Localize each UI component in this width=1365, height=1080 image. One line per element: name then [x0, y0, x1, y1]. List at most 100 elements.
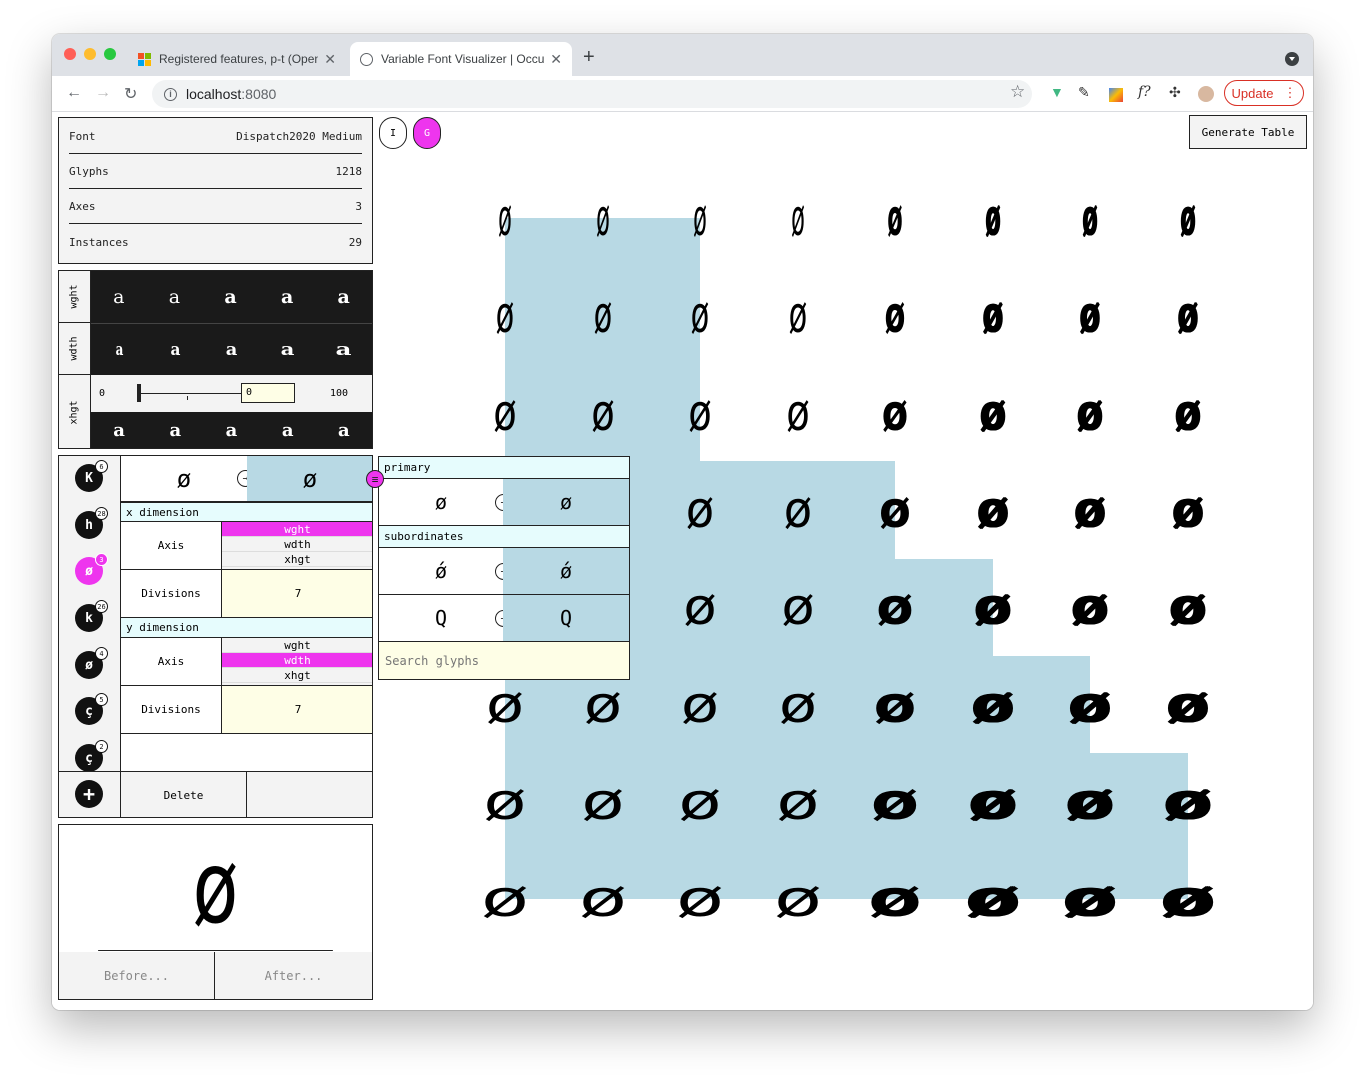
color-picker-icon[interactable]: [1109, 88, 1123, 102]
grid-glyph[interactable]: ø: [767, 381, 829, 445]
glyph-list-item[interactable]: ø4: [75, 647, 108, 679]
after-input[interactable]: After...: [215, 952, 372, 999]
x-divisions-input[interactable]: 7: [222, 570, 372, 618]
forward-icon[interactable]: →: [95, 84, 111, 102]
sample-glyph[interactable]: a: [226, 420, 238, 441]
profile-avatar[interactable]: [1198, 86, 1214, 102]
grid-glyph[interactable]: ø: [858, 478, 932, 542]
close-tab-icon[interactable]: ✕: [324, 51, 336, 68]
xhgt-samples[interactable]: a a a a a: [91, 412, 372, 448]
glyph-list-item[interactable]: ç2: [75, 740, 108, 772]
y-axis-option[interactable]: wdth: [222, 653, 372, 668]
from-glyph[interactable]: ø: [121, 456, 247, 502]
grid-glyph[interactable]: ø: [968, 283, 1017, 347]
close-tab-icon[interactable]: ✕: [550, 51, 562, 68]
address-bar[interactable]: i localhost:8080: [152, 80, 1032, 108]
wdth-samples[interactable]: a a a a a: [91, 323, 372, 375]
y-axis-select[interactable]: wght wdth xhgt: [222, 638, 372, 686]
add-glyph-button[interactable]: +: [75, 780, 103, 808]
sample-glyph[interactable]: a: [169, 420, 181, 441]
grid-glyph[interactable]: ø: [754, 575, 841, 639]
primary-from-glyph[interactable]: ø: [379, 479, 503, 526]
grid-glyph[interactable]: ø: [682, 186, 718, 250]
sample-glyph[interactable]: a: [224, 286, 236, 308]
tab-variable-font-visualizer[interactable]: Variable Font Visualizer | Occu ✕: [350, 42, 572, 76]
sample-glyph[interactable]: a: [336, 340, 352, 360]
before-input[interactable]: Before...: [59, 952, 215, 999]
grid-glyph[interactable]: ø: [1170, 186, 1206, 250]
x-axis-option[interactable]: wght: [222, 522, 372, 537]
x-axis-option[interactable]: wdth: [222, 537, 372, 552]
grid-glyph[interactable]: ø: [864, 381, 926, 445]
grid-glyph[interactable]: ø: [1125, 867, 1251, 931]
back-icon[interactable]: ←: [66, 84, 82, 102]
grid-glyph[interactable]: ø: [773, 283, 822, 347]
sample-glyph[interactable]: a: [282, 420, 294, 441]
grid-glyph[interactable]: ø: [578, 283, 627, 347]
grid-glyph[interactable]: ø: [1034, 770, 1147, 834]
grid-glyph[interactable]: ø: [585, 186, 621, 250]
bookmark-star-icon[interactable]: ☆: [1010, 82, 1025, 102]
grid-glyph[interactable]: ø: [839, 770, 952, 834]
glyph-list-item[interactable]: K6: [75, 460, 108, 492]
grid-glyph[interactable]: ø: [1131, 770, 1244, 834]
grid-glyph[interactable]: ø: [449, 770, 562, 834]
grid-glyph[interactable]: ø: [1059, 381, 1121, 445]
grid-glyph[interactable]: ø: [748, 673, 848, 737]
grid-glyph[interactable]: ø: [481, 283, 530, 347]
grid-glyph[interactable]: ø: [1144, 575, 1231, 639]
x-axis-option[interactable]: xhgt: [222, 552, 372, 567]
close-window-button[interactable]: [64, 48, 76, 60]
y-axis-option[interactable]: wght: [222, 638, 372, 653]
generate-table-button[interactable]: Generate Table: [1189, 115, 1307, 149]
extensions-puzzle-icon[interactable]: ✣: [1169, 84, 1181, 101]
grid-glyph[interactable]: ø: [1072, 186, 1108, 250]
grid-glyph[interactable]: ø: [1066, 283, 1115, 347]
mode-i-button[interactable]: I: [379, 117, 407, 149]
grid-glyph[interactable]: ø: [656, 575, 743, 639]
sample-glyph[interactable]: a: [113, 286, 124, 308]
subordinate-to-glyph[interactable]: ǿ: [503, 548, 629, 595]
vue-devtools-icon[interactable]: ▼: [1050, 84, 1064, 100]
grid-glyph[interactable]: ø: [1157, 381, 1219, 445]
menu-toggle-icon[interactable]: ≡: [366, 470, 384, 488]
grid-glyph[interactable]: ø: [644, 770, 757, 834]
grid-glyph[interactable]: ø: [845, 673, 945, 737]
grid-glyph[interactable]: ø: [1053, 478, 1127, 542]
subordinate-to-glyph[interactable]: Q: [503, 595, 629, 642]
new-tab-icon[interactable]: +: [583, 46, 595, 69]
tab-registered-features[interactable]: Registered features, p-t (OpenT ✕: [128, 42, 346, 76]
grid-glyph[interactable]: ø: [877, 186, 913, 250]
grid-glyph[interactable]: ø: [572, 381, 634, 445]
sample-glyph[interactable]: a: [281, 340, 295, 360]
update-button[interactable]: Update ⋮: [1224, 80, 1304, 106]
grid-glyph[interactable]: ø: [975, 186, 1011, 250]
delete-button[interactable]: Delete: [121, 772, 247, 817]
y-axis-option[interactable]: xhgt: [222, 668, 372, 683]
sample-glyph[interactable]: a: [338, 420, 350, 441]
grid-glyph[interactable]: ø: [1163, 283, 1212, 347]
xhgt-value-input[interactable]: 0: [241, 383, 295, 403]
tab-search-icon[interactable]: [1285, 52, 1299, 66]
info-icon[interactable]: i: [164, 87, 177, 101]
grid-glyph[interactable]: ø: [676, 283, 725, 347]
grid-glyph[interactable]: ø: [949, 575, 1036, 639]
mode-g-button[interactable]: G: [413, 117, 441, 149]
grid-glyph[interactable]: ø: [760, 478, 834, 542]
grid-glyph[interactable]: ø: [546, 770, 659, 834]
search-glyphs-input[interactable]: [379, 642, 629, 679]
sample-glyph[interactable]: a: [115, 340, 123, 360]
sample-glyph[interactable]: a: [113, 420, 125, 441]
glyph-list-item[interactable]: ç5: [75, 693, 108, 725]
grid-glyph[interactable]: ø: [1138, 673, 1238, 737]
grid-glyph[interactable]: ø: [1150, 478, 1224, 542]
sample-glyph[interactable]: a: [169, 286, 180, 308]
reload-icon[interactable]: ↻: [124, 84, 137, 104]
minimize-window-button[interactable]: [84, 48, 96, 60]
subordinate-from-glyph[interactable]: ǿ: [379, 548, 503, 595]
xhgt-slider-track[interactable]: [139, 393, 241, 394]
sample-glyph[interactable]: a: [338, 286, 350, 308]
grid-glyph[interactable]: ø: [780, 186, 816, 250]
font-ninja-icon[interactable]: f?: [1138, 84, 1151, 100]
grid-glyph[interactable]: ø: [553, 673, 653, 737]
